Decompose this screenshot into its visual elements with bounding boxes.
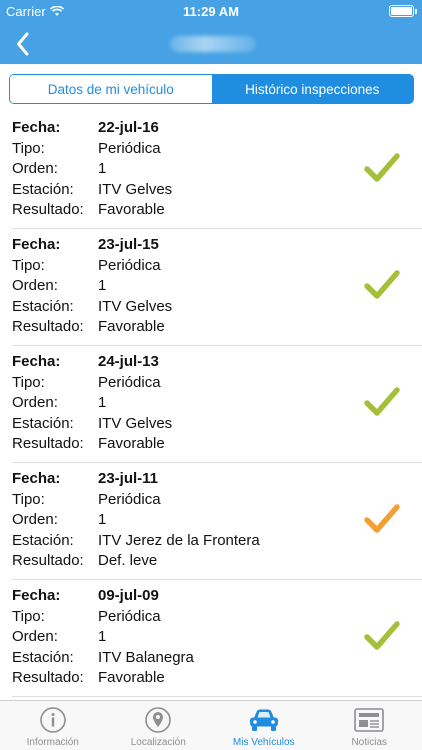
field-value-resultado: Favorable (98, 669, 165, 686)
field-value-fecha: 23-jul-11 (98, 470, 159, 487)
tab-mis-vehiculos[interactable]: Mis Vehículos (211, 701, 317, 750)
field-value-fecha: 24-jul-13 (98, 353, 159, 370)
inspection-record: Fecha: 23-jul-11 Tipo: Periódica Orden: 1 Esta… (12, 463, 422, 580)
check-icon (364, 270, 400, 299)
field-value-fecha: 09-jul-09 (98, 587, 159, 604)
field-label-tipo: Tipo: (12, 607, 45, 625)
field-value-tipo: Periódica (98, 256, 161, 274)
segment-vehicle-data[interactable]: Datos de mi vehículo (10, 75, 212, 103)
field-label-fecha: Fecha: (12, 236, 61, 253)
car-icon (249, 709, 278, 731)
field-label-resultado: Resultado: (12, 318, 84, 335)
field-label-tipo: Tipo: (12, 139, 45, 157)
field-label-estacion: Estación: (12, 414, 74, 432)
status-bar: Carrier 11:29 AM (0, 0, 422, 24)
field-value-tipo: Periódica (98, 607, 161, 625)
check-icon (364, 153, 400, 182)
navigation-bar (0, 24, 422, 64)
field-value-orden: 1 (98, 511, 107, 528)
inspection-record: Fecha: 23-jul-15 Tipo: Periódica Orden: 1 Esta… (12, 229, 422, 346)
field-value-fecha: 23-jul-15 (98, 236, 159, 253)
field-value-resultado: Favorable (98, 435, 165, 452)
field-value-tipo: Periódica (98, 490, 161, 508)
inspection-record: Fecha: 24-jul-13 Tipo: Periódica Orden: 1 Esta… (12, 346, 422, 463)
field-value-orden: 1 (98, 628, 107, 645)
tab-noticias[interactable]: Noticias (317, 701, 422, 750)
inspection-list: Fecha: 22-jul-16 Tipo: Periódica Orden: 1 Esta… (0, 112, 422, 697)
field-label-estacion: Estación: (12, 180, 74, 198)
field-label-fecha: Fecha: (12, 353, 61, 370)
field-label-orden: Orden: (12, 628, 58, 645)
field-value-tipo: Periódica (98, 139, 161, 157)
field-value-fecha: 22-jul-16 (98, 119, 159, 136)
check-icon (364, 387, 400, 416)
field-value-resultado: Def. leve (98, 552, 158, 569)
field-label-tipo: Tipo: (12, 490, 45, 508)
tab-localizacion[interactable]: Localización (106, 701, 212, 750)
tab-label: Noticias (351, 737, 388, 748)
check-icon (364, 621, 400, 650)
chevron-left-icon (17, 32, 29, 56)
tab-label: Información (26, 737, 79, 748)
tab-label: Localización (130, 737, 186, 748)
field-value-orden: 1 (98, 394, 107, 411)
field-value-tipo: Periódica (98, 373, 161, 391)
segment-inspection-history[interactable]: Histórico inspecciones (211, 75, 413, 103)
field-value-estacion: ITV Gelves (98, 297, 173, 315)
newspaper-icon (354, 708, 385, 732)
field-label-fecha: Fecha: (12, 119, 61, 136)
field-label-estacion: Estación: (12, 531, 74, 549)
field-value-resultado: Favorable (98, 318, 165, 335)
field-value-resultado: Favorable (98, 201, 165, 218)
field-label-fecha: Fecha: (12, 470, 61, 487)
tab-label: Mis Vehículos (232, 737, 295, 748)
field-label-orden: Orden: (12, 160, 58, 177)
field-label-fecha: Fecha: (12, 587, 61, 604)
map-pin-icon (145, 707, 172, 733)
inspection-record: Fecha: 22-jul-16 Tipo: Periódica Orden: 1 Esta… (12, 112, 422, 229)
battery-icon (389, 5, 417, 17)
field-value-orden: 1 (98, 160, 107, 177)
segmented-control: Datos de mi vehículo Histórico inspeccio… (9, 74, 414, 104)
field-label-orden: Orden: (12, 277, 58, 294)
field-value-estacion: ITV Jerez de la Frontera (98, 531, 260, 549)
field-value-estacion: ITV Balanegra (98, 648, 194, 666)
back-button[interactable] (8, 28, 38, 60)
tab-bar: Información Localización Mis Vehículos N… (0, 700, 422, 750)
field-value-estacion: ITV Gelves (98, 414, 173, 432)
field-value-estacion: ITV Gelves (98, 180, 173, 198)
check-icon (364, 504, 400, 533)
field-label-estacion: Estación: (12, 648, 74, 666)
field-label-orden: Orden: (12, 511, 58, 528)
field-label-tipo: Tipo: (12, 256, 45, 274)
inspection-record: Fecha: 09-jul-09 Tipo: Periódica Orden: 1 Esta… (12, 580, 422, 697)
tab-informacion[interactable]: Información (0, 701, 106, 750)
field-label-resultado: Resultado: (12, 201, 84, 218)
clock: 11:29 AM (183, 4, 239, 19)
field-label-resultado: Resultado: (12, 435, 84, 452)
field-label-resultado: Resultado: (12, 669, 84, 686)
field-label-resultado: Resultado: (12, 552, 84, 569)
field-label-tipo: Tipo: (12, 373, 45, 391)
field-label-orden: Orden: (12, 394, 58, 411)
field-label-estacion: Estación: (12, 297, 74, 315)
info-icon (39, 707, 66, 733)
field-value-orden: 1 (98, 277, 107, 294)
blurred-plate-title (170, 36, 256, 52)
